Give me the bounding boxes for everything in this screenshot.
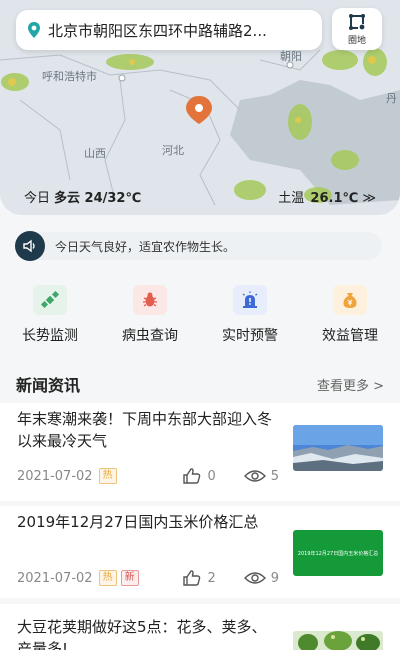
like-count: 2 [207,570,216,586]
news-more-link[interactable]: 查看更多 > [317,375,384,394]
news-item-title: 大豆花荚期做好这5点：花多、荚多、产量多! [17,618,267,650]
quick-action-pest-query[interactable]: 病虫查询 [100,285,200,350]
hot-badge: 热 [98,468,117,484]
quick-action-benefit-management[interactable]: 效益管理 [300,285,400,350]
map-label-hohhot: 呼和浩特市 [42,70,97,83]
news-item-meta: 2021-07-02 热 新 2 9 [17,568,279,588]
hot-badge: 热 [98,570,117,586]
land-draw-label: 圈地 [347,35,366,46]
quick-action-label: 效益管理 [322,328,378,344]
soil-more-icon: ≫ [362,190,376,206]
news-thumbnail-caption: 2019年12月27日国内玉米价格汇总 [297,550,379,557]
quick-action-growth-monitor[interactable]: 长势监测 [0,285,100,350]
news-item-meta: 2021-07-02 热 0 5 [17,466,279,486]
news-item-date: 2021-07-02 [17,570,93,586]
view-count: 5 [270,468,279,484]
map-label-hebei: 河北 [162,144,184,157]
notice-bar[interactable]: 今日天气良好，适宜农作物生长。 [15,231,382,261]
weather-today-label: 今日 [24,190,51,206]
polygon-select-icon [349,13,365,30]
alarm-light-icon [233,285,267,315]
weather-today-value: 多云 24/32℃ [54,190,142,206]
news-item[interactable]: 年末寒潮来袭！下周中东部大部迎入冬以来最冷天气 2021-07-02 热 0 5 [0,403,400,501]
notice-text: 今日天气良好，适宜农作物生长。 [55,239,236,254]
eye-icon [243,470,266,482]
news-thumbnail: 2019年12月27日国内玉米价格汇总 [293,530,383,576]
view-count: 9 [270,570,279,586]
weather-today: 今日 多云 24/32℃ [24,187,141,206]
thumbs-up-icon [183,468,201,484]
map-view[interactable]: 朝阳 呼和浩特市 河北 山西 丹 北京市朝阳区东四环中路辅路2... 圈地 今日… [0,0,400,215]
bug-icon [133,285,167,315]
news-item-title: 年末寒潮来袭！下周中东部大部迎入冬以来最冷天气 [17,410,273,450]
map-label-chaoyang: 朝阳 [280,50,302,63]
quick-action-label: 长势监测 [22,328,78,344]
view-stat: 5 [243,468,279,484]
soil-temp-label: 土温 [278,190,305,206]
map-label-shanxi: 山西 [84,147,106,160]
like-count: 0 [207,468,216,484]
news-item[interactable]: 大豆花荚期做好这5点：花多、荚多、产量多! [0,604,400,650]
news-thumbnail [293,425,383,471]
like-button[interactable]: 0 [182,467,216,485]
quick-action-realtime-alert[interactable]: 实时预警 [200,285,300,350]
new-badge: 新 [120,570,139,586]
news-thumbnail [293,631,383,650]
like-button[interactable]: 2 [182,569,216,587]
quick-action-label: 病虫查询 [122,328,178,344]
map-label-dan: 丹 [386,92,397,105]
news-section-header: 新闻资讯 查看更多 > [16,372,384,396]
soil-temp-value: 26.1℃ [310,190,359,206]
speaker-icon [15,231,45,261]
news-item-title: 2019年12月27日国内玉米价格汇总 [17,513,259,531]
view-stat: 9 [243,570,279,586]
satellite-icon [33,285,67,315]
quick-actions: 长势监测 病虫查询 实时预警 效益管理 [0,285,400,350]
weather-strip: 今日 多云 24/32℃ 土温 26.1℃ ≫ [0,182,400,210]
thumbs-up-icon [183,570,201,586]
quick-action-label: 实时预警 [222,328,278,344]
money-bag-icon [333,285,367,315]
address-search-bar[interactable]: 北京市朝阳区东四环中路辅路2... [16,10,322,50]
land-draw-button[interactable]: 圈地 [332,8,382,50]
news-item[interactable]: 2019年12月27日国内玉米价格汇总 2021-07-02 热 新 2 9 2… [0,506,400,598]
news-item-date: 2021-07-02 [17,468,93,484]
soil-temperature[interactable]: 土温 26.1℃ ≫ [278,187,376,206]
eye-icon [243,572,266,584]
news-section-title: 新闻资讯 [16,376,81,395]
location-pin-icon [28,22,40,38]
address-text: 北京市朝阳区东四环中路辅路2... [48,21,267,40]
